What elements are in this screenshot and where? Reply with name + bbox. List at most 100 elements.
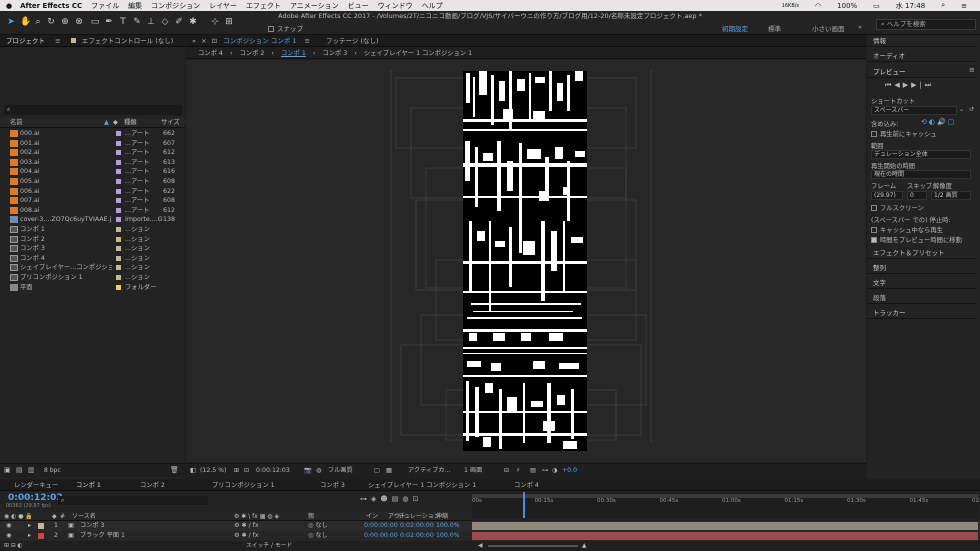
label-color-swatch[interactable] xyxy=(116,169,121,175)
shy-icon[interactable]: ☻ xyxy=(380,495,391,503)
clock[interactable]: 水 17:48 xyxy=(896,1,925,11)
brush-tool-icon[interactable]: ✎ xyxy=(132,17,142,27)
project-tab[interactable]: プロジェクト xyxy=(6,37,45,45)
transparency-icon[interactable]: ▦ xyxy=(386,464,392,478)
mask-icon[interactable]: ⊡ xyxy=(244,464,249,478)
effect-controls-tab[interactable]: エフェクトコントロール (なし) xyxy=(82,37,174,45)
project-item[interactable]: コンポ 1 ...ション xyxy=(0,225,185,235)
zoom-dropdown[interactable]: (12.5 %) xyxy=(200,464,226,478)
workspace-more-icon[interactable]: » xyxy=(858,23,862,31)
menu-layer[interactable]: レイヤー xyxy=(209,1,237,11)
layer-parent[interactable]: ◎ なし xyxy=(308,531,328,541)
menu-effect[interactable]: エフェクト xyxy=(246,1,281,11)
hand-tool-icon[interactable]: ✋ xyxy=(20,17,31,27)
paragraph-header[interactable]: 段落 xyxy=(867,292,977,304)
breadcrumb-comp1[interactable]: コンポ 1 xyxy=(281,50,306,57)
col-stretch[interactable]: 伸縮 xyxy=(436,512,448,521)
shortcut-chevron-icon[interactable]: ⌄ xyxy=(959,106,964,113)
axis2-icon[interactable]: ⊞ xyxy=(224,17,234,27)
search-icon[interactable]: ⌕ xyxy=(941,1,945,10)
snap-toggle[interactable]: スナップ xyxy=(268,23,303,33)
include-icons[interactable]: ⟲◐🔊▢ xyxy=(921,118,956,126)
timeline-timecode[interactable]: 0:00:12:03 xyxy=(8,493,63,503)
project-search-input[interactable]: ⌕ xyxy=(4,105,182,115)
label-color-swatch[interactable] xyxy=(116,227,121,232)
project-item[interactable]: 004.ai ...アート 616 xyxy=(0,167,185,177)
quality-dropdown[interactable]: フル画質 xyxy=(328,464,353,478)
project-item[interactable]: 003.ai ...アート 613 xyxy=(0,158,185,168)
expand-layer-icon[interactable]: ▸ xyxy=(28,521,31,531)
layer-duration-bar[interactable] xyxy=(472,532,978,540)
menu-list-icon[interactable]: ≡ xyxy=(961,2,967,10)
tl-tab-comp3[interactable]: コンポ 3 xyxy=(320,480,345,491)
project-item[interactable]: 平面 フォルダー xyxy=(0,283,185,293)
layer-parent[interactable]: ◎ なし xyxy=(308,521,328,531)
info-panel-header[interactable]: 情報 xyxy=(867,35,977,47)
pan-tool-icon[interactable]: ⊗ xyxy=(74,17,84,27)
new-comp-icon[interactable]: ▥ xyxy=(28,466,35,474)
channel-icon[interactable]: ◍ xyxy=(316,464,321,478)
bpc-label[interactable]: 8 bpc xyxy=(44,467,61,474)
camera-tool-icon[interactable]: ⊕ xyxy=(60,17,70,27)
breadcrumb-shape-comp[interactable]: シェイプレイヤー 1 コンポジション 1 xyxy=(364,50,472,57)
layer-name[interactable]: コンポ 3 xyxy=(80,521,104,531)
always-preview-icon[interactable]: ◧ xyxy=(190,464,196,478)
menu-animation[interactable]: アニメーション xyxy=(290,1,339,11)
sort-arrow-icon[interactable]: ▲ xyxy=(104,118,109,128)
panel-collapse-icon[interactable]: » xyxy=(192,37,196,45)
col-in[interactable]: イン xyxy=(366,512,378,521)
expand-layer-icon[interactable]: ▸ xyxy=(28,531,31,541)
layer-switches[interactable]: ⚙ ✱ / fx xyxy=(234,521,259,531)
exposure-value[interactable]: +0.0 xyxy=(562,464,577,478)
comp-close-icon[interactable]: × xyxy=(201,37,206,45)
menu-edit[interactable]: 編集 xyxy=(128,1,142,11)
project-item[interactable]: cover-3....ZO7Qc6uyTVIAAE.jpeg Importe...… xyxy=(0,215,185,225)
project-item[interactable]: コンポ 2 ...ション xyxy=(0,235,185,245)
col-size[interactable]: サイズ xyxy=(161,118,180,128)
project-item[interactable]: 000.ai ...アート 662 xyxy=(0,129,185,139)
label-color-swatch[interactable] xyxy=(116,236,121,242)
align-header[interactable]: 整列 xyxy=(867,262,977,274)
camera-dropdown[interactable]: アクティブカ... xyxy=(408,464,450,478)
apple-icon[interactable]: ● xyxy=(6,2,12,10)
label-col-icon[interactable]: ◆ xyxy=(113,118,118,128)
label-color-swatch[interactable] xyxy=(116,284,121,290)
layer-row[interactable]: ◉ ▸ 1 ▣ コンポ 3 ⚙ ✱ / fx ◎ なし 0:00:00:00 0:02:00:0… xyxy=(0,521,980,531)
project-item[interactable]: 006.ai ...アート 622 xyxy=(0,187,185,197)
cache-option[interactable]: 再生前にキャッシュ xyxy=(871,129,937,138)
comp-viewer[interactable] xyxy=(186,60,866,462)
menu-view[interactable]: ビュー xyxy=(348,1,369,11)
label-color-swatch[interactable] xyxy=(116,255,121,261)
timeline-ruler[interactable]: 00s 00:15s 00:30s 00:45s 01:00s 01:15s 01:30s 0… xyxy=(472,492,980,518)
pin-tool-icon[interactable]: ✱ xyxy=(188,17,198,27)
axis-icon[interactable]: ⊹ xyxy=(210,17,220,27)
menu-composition[interactable]: コンポジション xyxy=(151,1,200,11)
first-frame-icon[interactable]: ⏮ xyxy=(885,81,894,89)
workspace-standard[interactable]: 標準 xyxy=(768,23,781,33)
flowchart-icon[interactable]: ⊶ xyxy=(542,464,548,478)
grid-icon[interactable]: ⊞ xyxy=(234,464,239,478)
tl-tab-comp1[interactable]: コンポ 1 xyxy=(76,480,101,491)
project-item[interactable]: 002.ai ...アート 612 xyxy=(0,148,185,158)
pen-tool-icon[interactable]: ✒ xyxy=(104,17,114,27)
project-item[interactable]: コンポ 3 ...ション xyxy=(0,244,185,254)
zoom-out-icon[interactable]: ◀ xyxy=(478,541,482,551)
label-color-swatch[interactable] xyxy=(116,188,121,194)
label-color-swatch[interactable] xyxy=(116,207,121,213)
col-duration[interactable]: デュレーション xyxy=(398,512,440,521)
preview-menu-icon[interactable]: ≡ xyxy=(969,66,975,74)
label-color-swatch[interactable] xyxy=(116,140,121,146)
project-item[interactable]: コンポ 4 ...ション xyxy=(0,254,185,264)
effects-presets-header[interactable]: エフェクト＆プリセット xyxy=(867,247,977,259)
range-dropdown[interactable]: デュレーション全体 xyxy=(871,150,971,159)
label-color-swatch[interactable] xyxy=(116,159,121,165)
last-frame-icon[interactable]: ⏭ xyxy=(925,81,934,89)
pixel-aspect-icon[interactable]: ⊟ xyxy=(504,464,509,478)
start-dropdown[interactable]: 現在の時間 xyxy=(871,170,971,179)
visibility-icon[interactable]: ◉ xyxy=(6,531,11,541)
footage-tab[interactable]: フッテージ (なし) xyxy=(326,37,379,45)
label-color-swatch[interactable] xyxy=(116,275,121,280)
preview-panel-header[interactable]: プレビュー xyxy=(867,66,977,78)
timeline-search-input[interactable]: ⌕ xyxy=(58,496,208,505)
label-color-swatch[interactable] xyxy=(116,198,121,204)
